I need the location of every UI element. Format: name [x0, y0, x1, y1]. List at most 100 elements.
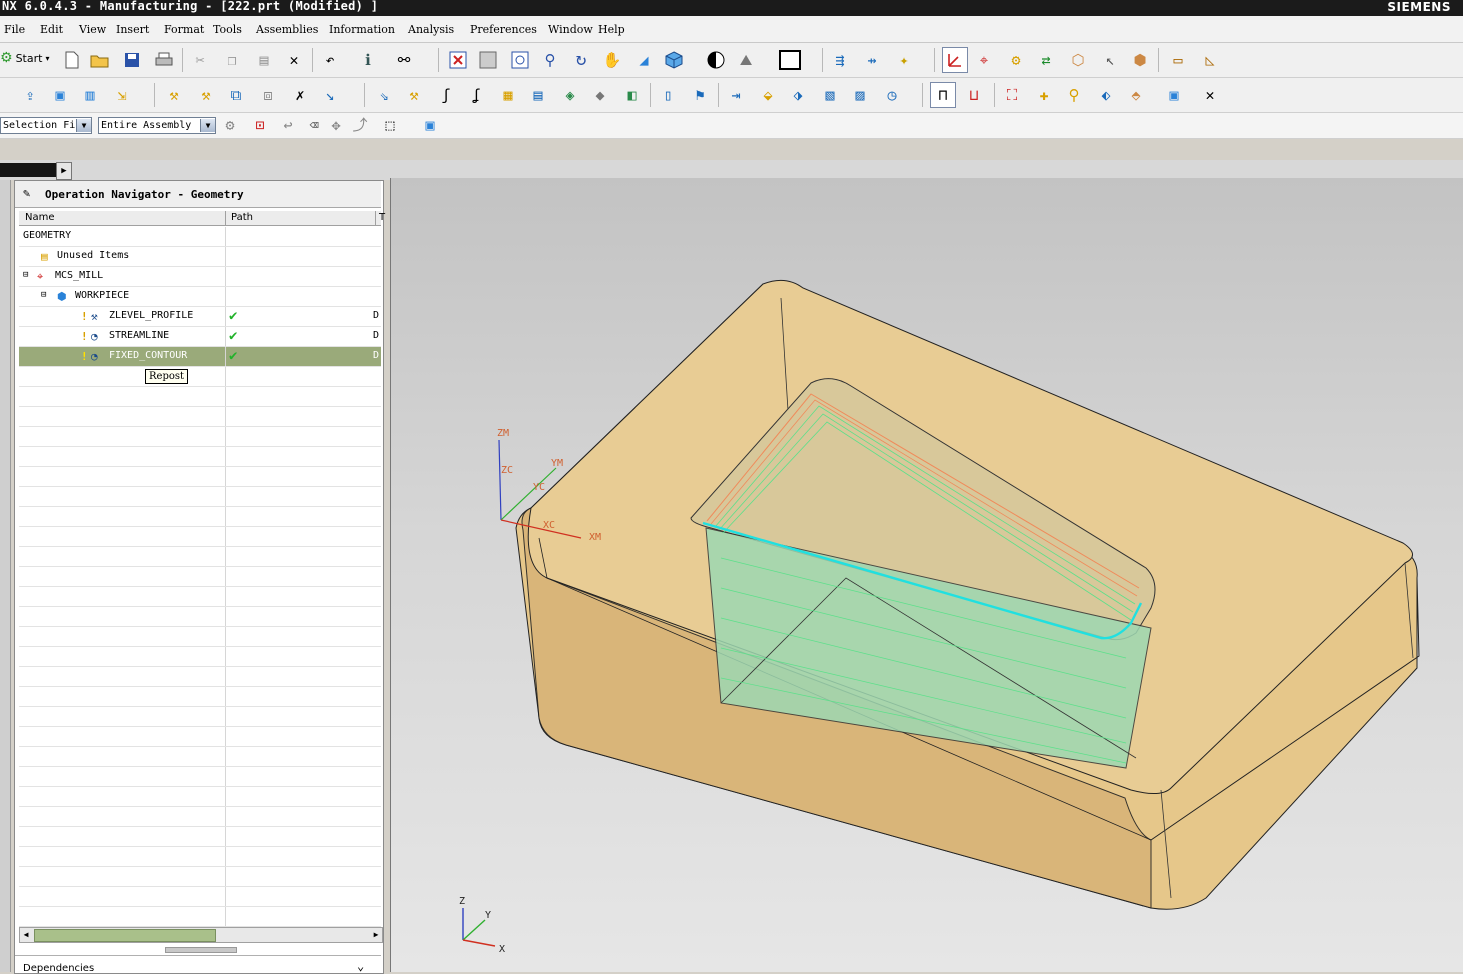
- clock-icon[interactable]: ◷: [880, 83, 904, 107]
- batch-icon[interactable]: ▨: [848, 83, 872, 107]
- splitter-handle[interactable]: [165, 947, 237, 953]
- pin-icon[interactable]: ✎: [23, 186, 30, 200]
- measure-icon[interactable]: ⬢: [1128, 48, 1152, 72]
- fit-view-icon[interactable]: [446, 48, 470, 72]
- collapse-icon[interactable]: ⊟: [41, 290, 46, 300]
- model-view[interactable]: ZM ZC YM YC XM XC Z Y X: [391, 178, 1463, 972]
- menu-view[interactable]: View: [79, 23, 106, 36]
- menu-preferences[interactable]: Preferences: [470, 23, 537, 36]
- tree-row-fixed-contour[interactable]: ! ◔ FIXED_CONTOUR ✔ D: [19, 347, 381, 367]
- cut-icon[interactable]: ✂: [188, 48, 212, 72]
- zoom-icon[interactable]: ⚲: [538, 48, 562, 72]
- snap-point-icon[interactable]: ⊡: [248, 113, 272, 137]
- start-button[interactable]: ⚙ Start ▾: [0, 47, 56, 69]
- column-extra[interactable]: T: [379, 212, 385, 223]
- create-geometry-icon[interactable]: ✦: [892, 48, 916, 72]
- paste-op-icon[interactable]: ⧈: [256, 83, 280, 107]
- postprocess-icon[interactable]: ▤: [526, 83, 550, 107]
- geometry-view-icon[interactable]: ⛶: [1000, 83, 1024, 107]
- flag-icon[interactable]: ⚑: [688, 83, 712, 107]
- rotate-icon[interactable]: ↻: [569, 48, 593, 72]
- generate-icon[interactable]: ⇪: [18, 83, 42, 107]
- menu-analysis[interactable]: Analysis: [408, 23, 454, 36]
- save-icon[interactable]: [120, 48, 144, 72]
- key-icon[interactable]: ⚲: [1062, 83, 1086, 107]
- delete-icon[interactable]: ✕: [282, 48, 306, 72]
- zoom-box-icon[interactable]: [476, 48, 500, 72]
- copy-icon[interactable]: ❐: [220, 48, 244, 72]
- export-icon[interactable]: ⬘: [1124, 83, 1148, 107]
- dependencies-panel-label[interactable]: Dependencies: [23, 963, 94, 974]
- method-icon[interactable]: ⇲: [110, 83, 134, 107]
- create-program-icon[interactable]: ⇶: [828, 48, 852, 72]
- filter-icon[interactable]: ⬡: [1066, 48, 1090, 72]
- motion-icon[interactable]: ⇄: [1034, 48, 1058, 72]
- new-file-icon[interactable]: [60, 48, 84, 72]
- doc-icon[interactable]: ▧: [818, 83, 842, 107]
- replay-icon[interactable]: ⚒: [402, 83, 426, 107]
- angle-icon[interactable]: ◺: [1198, 48, 1222, 72]
- chevron-down-icon[interactable]: ⌄: [357, 959, 364, 973]
- program-view-icon[interactable]: ⊓: [930, 82, 956, 108]
- orient-cube-icon[interactable]: [662, 48, 686, 72]
- resource-bar[interactable]: [0, 180, 11, 972]
- menu-help[interactable]: Help: [598, 23, 625, 36]
- workpiece-icon[interactable]: ▣: [48, 83, 72, 107]
- menu-assemblies[interactable]: Assemblies: [256, 23, 318, 36]
- machine-view-icon[interactable]: ⊔: [962, 83, 986, 107]
- arrow-icon[interactable]: ↩: [276, 113, 300, 137]
- verify-icon[interactable]: ʆ: [464, 83, 488, 107]
- wrench-icon[interactable]: ⚒: [162, 83, 186, 107]
- filter-settings-icon[interactable]: ⚙: [218, 113, 242, 137]
- sweep-icon[interactable]: ⤴: [348, 113, 372, 137]
- point-icon[interactable]: ⌖: [972, 48, 996, 72]
- perspective-icon[interactable]: ◢: [632, 48, 656, 72]
- background-icon[interactable]: [778, 48, 802, 72]
- scroll-right-icon[interactable]: ▶: [370, 928, 382, 942]
- column-path[interactable]: Path: [231, 212, 253, 223]
- selection-filter-dropdown[interactable]: Selection Fi ▼: [0, 117, 92, 134]
- ipw-icon[interactable]: ⬙: [756, 83, 780, 107]
- object-display-icon[interactable]: ▯: [656, 83, 680, 107]
- undo-icon[interactable]: ↶: [318, 48, 342, 72]
- copy-op-icon[interactable]: ⧉: [224, 83, 248, 107]
- scroll-thumb[interactable]: [34, 929, 216, 942]
- menu-file[interactable]: File: [4, 23, 25, 36]
- pan-icon[interactable]: ✋: [600, 48, 624, 72]
- group-icon[interactable]: ⬗: [786, 83, 810, 107]
- menu-tools[interactable]: Tools: [213, 23, 242, 36]
- menu-format[interactable]: Format: [164, 23, 204, 36]
- method-view-icon[interactable]: ✚: [1032, 83, 1056, 107]
- snap-icon[interactable]: ⚙: [1004, 48, 1028, 72]
- cube-icon[interactable]: ▣: [1162, 83, 1186, 107]
- tree-row-unused-items[interactable]: ▤ Unused Items: [19, 247, 381, 267]
- list-path-icon[interactable]: ʃ: [434, 83, 458, 107]
- menu-edit[interactable]: Edit: [40, 23, 63, 36]
- collapse-icon[interactable]: ⊟: [23, 270, 28, 280]
- graphics-viewport[interactable]: ZM ZC YM YC XM XC Z Y X: [390, 178, 1463, 972]
- output-cls-icon[interactable]: ◆: [588, 83, 612, 107]
- select-icon[interactable]: ↖: [1098, 48, 1122, 72]
- column-name[interactable]: Name: [25, 212, 55, 223]
- shop-doc-icon[interactable]: ◈: [558, 83, 582, 107]
- print-icon[interactable]: [152, 48, 176, 72]
- feeds-icon[interactable]: ◧: [620, 83, 644, 107]
- tree-row-workpiece[interactable]: ⊟ ⬢ WORKPIECE: [19, 287, 381, 307]
- selection-scope-dropdown[interactable]: Entire Assembly ▼: [98, 117, 216, 134]
- ruler-icon[interactable]: ▭: [1166, 48, 1190, 72]
- display-csys-icon[interactable]: [942, 47, 968, 73]
- tree-row-zlevel-profile[interactable]: ! ⚒ ZLEVEL_PROFILE ✔ D: [19, 307, 381, 327]
- scroll-left-icon[interactable]: ◀: [20, 928, 32, 942]
- tool-holder-icon[interactable]: ⬖: [1094, 83, 1118, 107]
- rectangle-select-icon[interactable]: ⬚: [378, 113, 402, 137]
- close-icon[interactable]: ✕: [1198, 83, 1222, 107]
- tree-row-geometry[interactable]: GEOMETRY: [19, 227, 381, 247]
- tool-icon[interactable]: ⚒: [194, 83, 218, 107]
- menu-information[interactable]: Information: [329, 23, 395, 36]
- render-style-icon[interactable]: ⛰: [734, 48, 758, 72]
- model-icon[interactable]: ▣: [418, 113, 442, 137]
- menu-window[interactable]: Window: [548, 23, 593, 36]
- tree-row-streamline[interactable]: ! ◔ STREAMLINE ✔ D: [19, 327, 381, 347]
- generate-path-icon[interactable]: ⇘: [372, 83, 396, 107]
- transform-icon[interactable]: ⇥: [724, 83, 748, 107]
